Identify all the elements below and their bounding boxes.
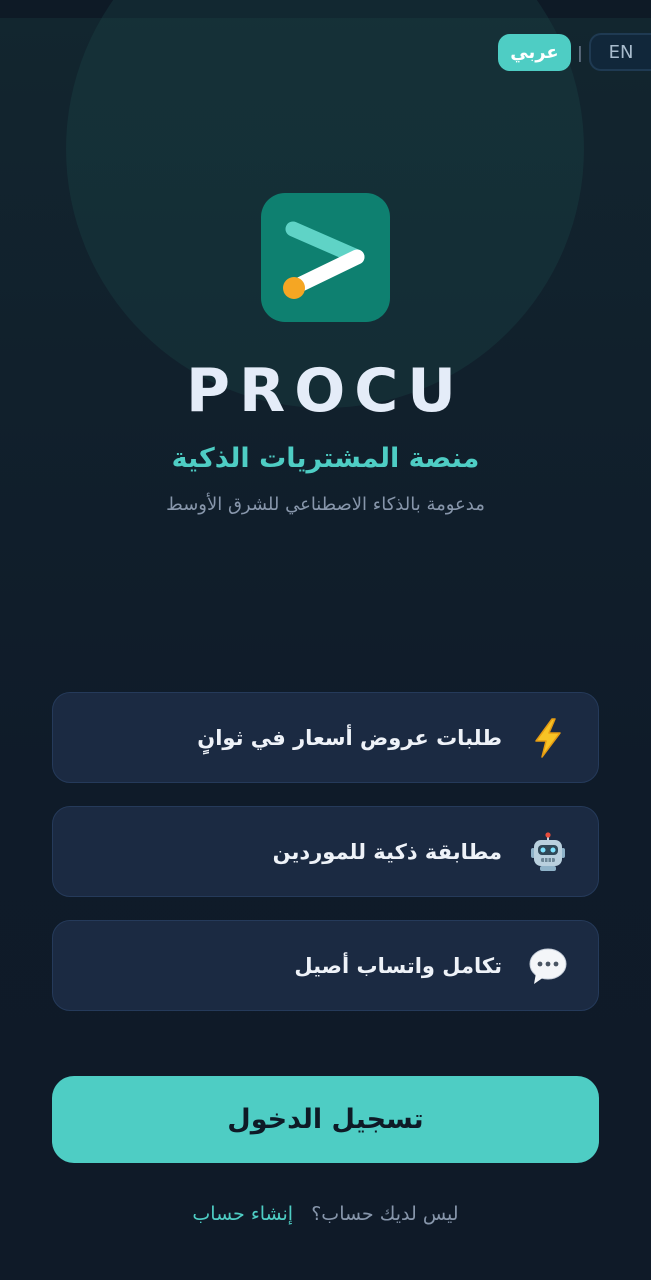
login-screen: عربي | EN PROCU منصة المشتريات الذكية مد… bbox=[0, 0, 651, 1280]
feature-card-instant-rfq: طلبات عروض أسعار في ثوانٍ bbox=[52, 692, 599, 783]
create-account-link[interactable]: إنشاء حساب bbox=[192, 1203, 293, 1225]
feature-label: طلبات عروض أسعار في ثوانٍ bbox=[197, 725, 502, 750]
feature-card-supplier-matching: مطابقة ذكية للموردين bbox=[52, 806, 599, 897]
signup-question: ليس لديك حساب؟ bbox=[311, 1203, 459, 1225]
language-toggle: عربي | EN bbox=[498, 33, 651, 71]
robot-icon bbox=[526, 830, 570, 874]
language-separator: | bbox=[577, 42, 583, 62]
speech-bubble-icon bbox=[526, 944, 570, 988]
login-button[interactable]: تسجيل الدخول bbox=[52, 1076, 599, 1163]
brand-subtitle: منصة المشتريات الذكية bbox=[171, 443, 480, 474]
brand-tagline: مدعومة بالذكاء الاصطناعي للشرق الأوسط bbox=[166, 494, 485, 515]
language-english-button[interactable]: EN bbox=[589, 33, 651, 71]
signup-prompt: ليس لديك حساب؟ إنشاء حساب bbox=[0, 1203, 651, 1225]
procu-logo-icon bbox=[261, 193, 390, 322]
feature-label: مطابقة ذكية للموردين bbox=[272, 839, 502, 864]
feature-card-whatsapp-integration: تكامل واتساب أصيل bbox=[52, 920, 599, 1011]
feature-label: تكامل واتساب أصيل bbox=[294, 953, 502, 978]
brand-name: PROCU bbox=[186, 356, 465, 426]
lightning-icon bbox=[526, 716, 570, 760]
language-arabic-button[interactable]: عربي bbox=[498, 33, 571, 71]
